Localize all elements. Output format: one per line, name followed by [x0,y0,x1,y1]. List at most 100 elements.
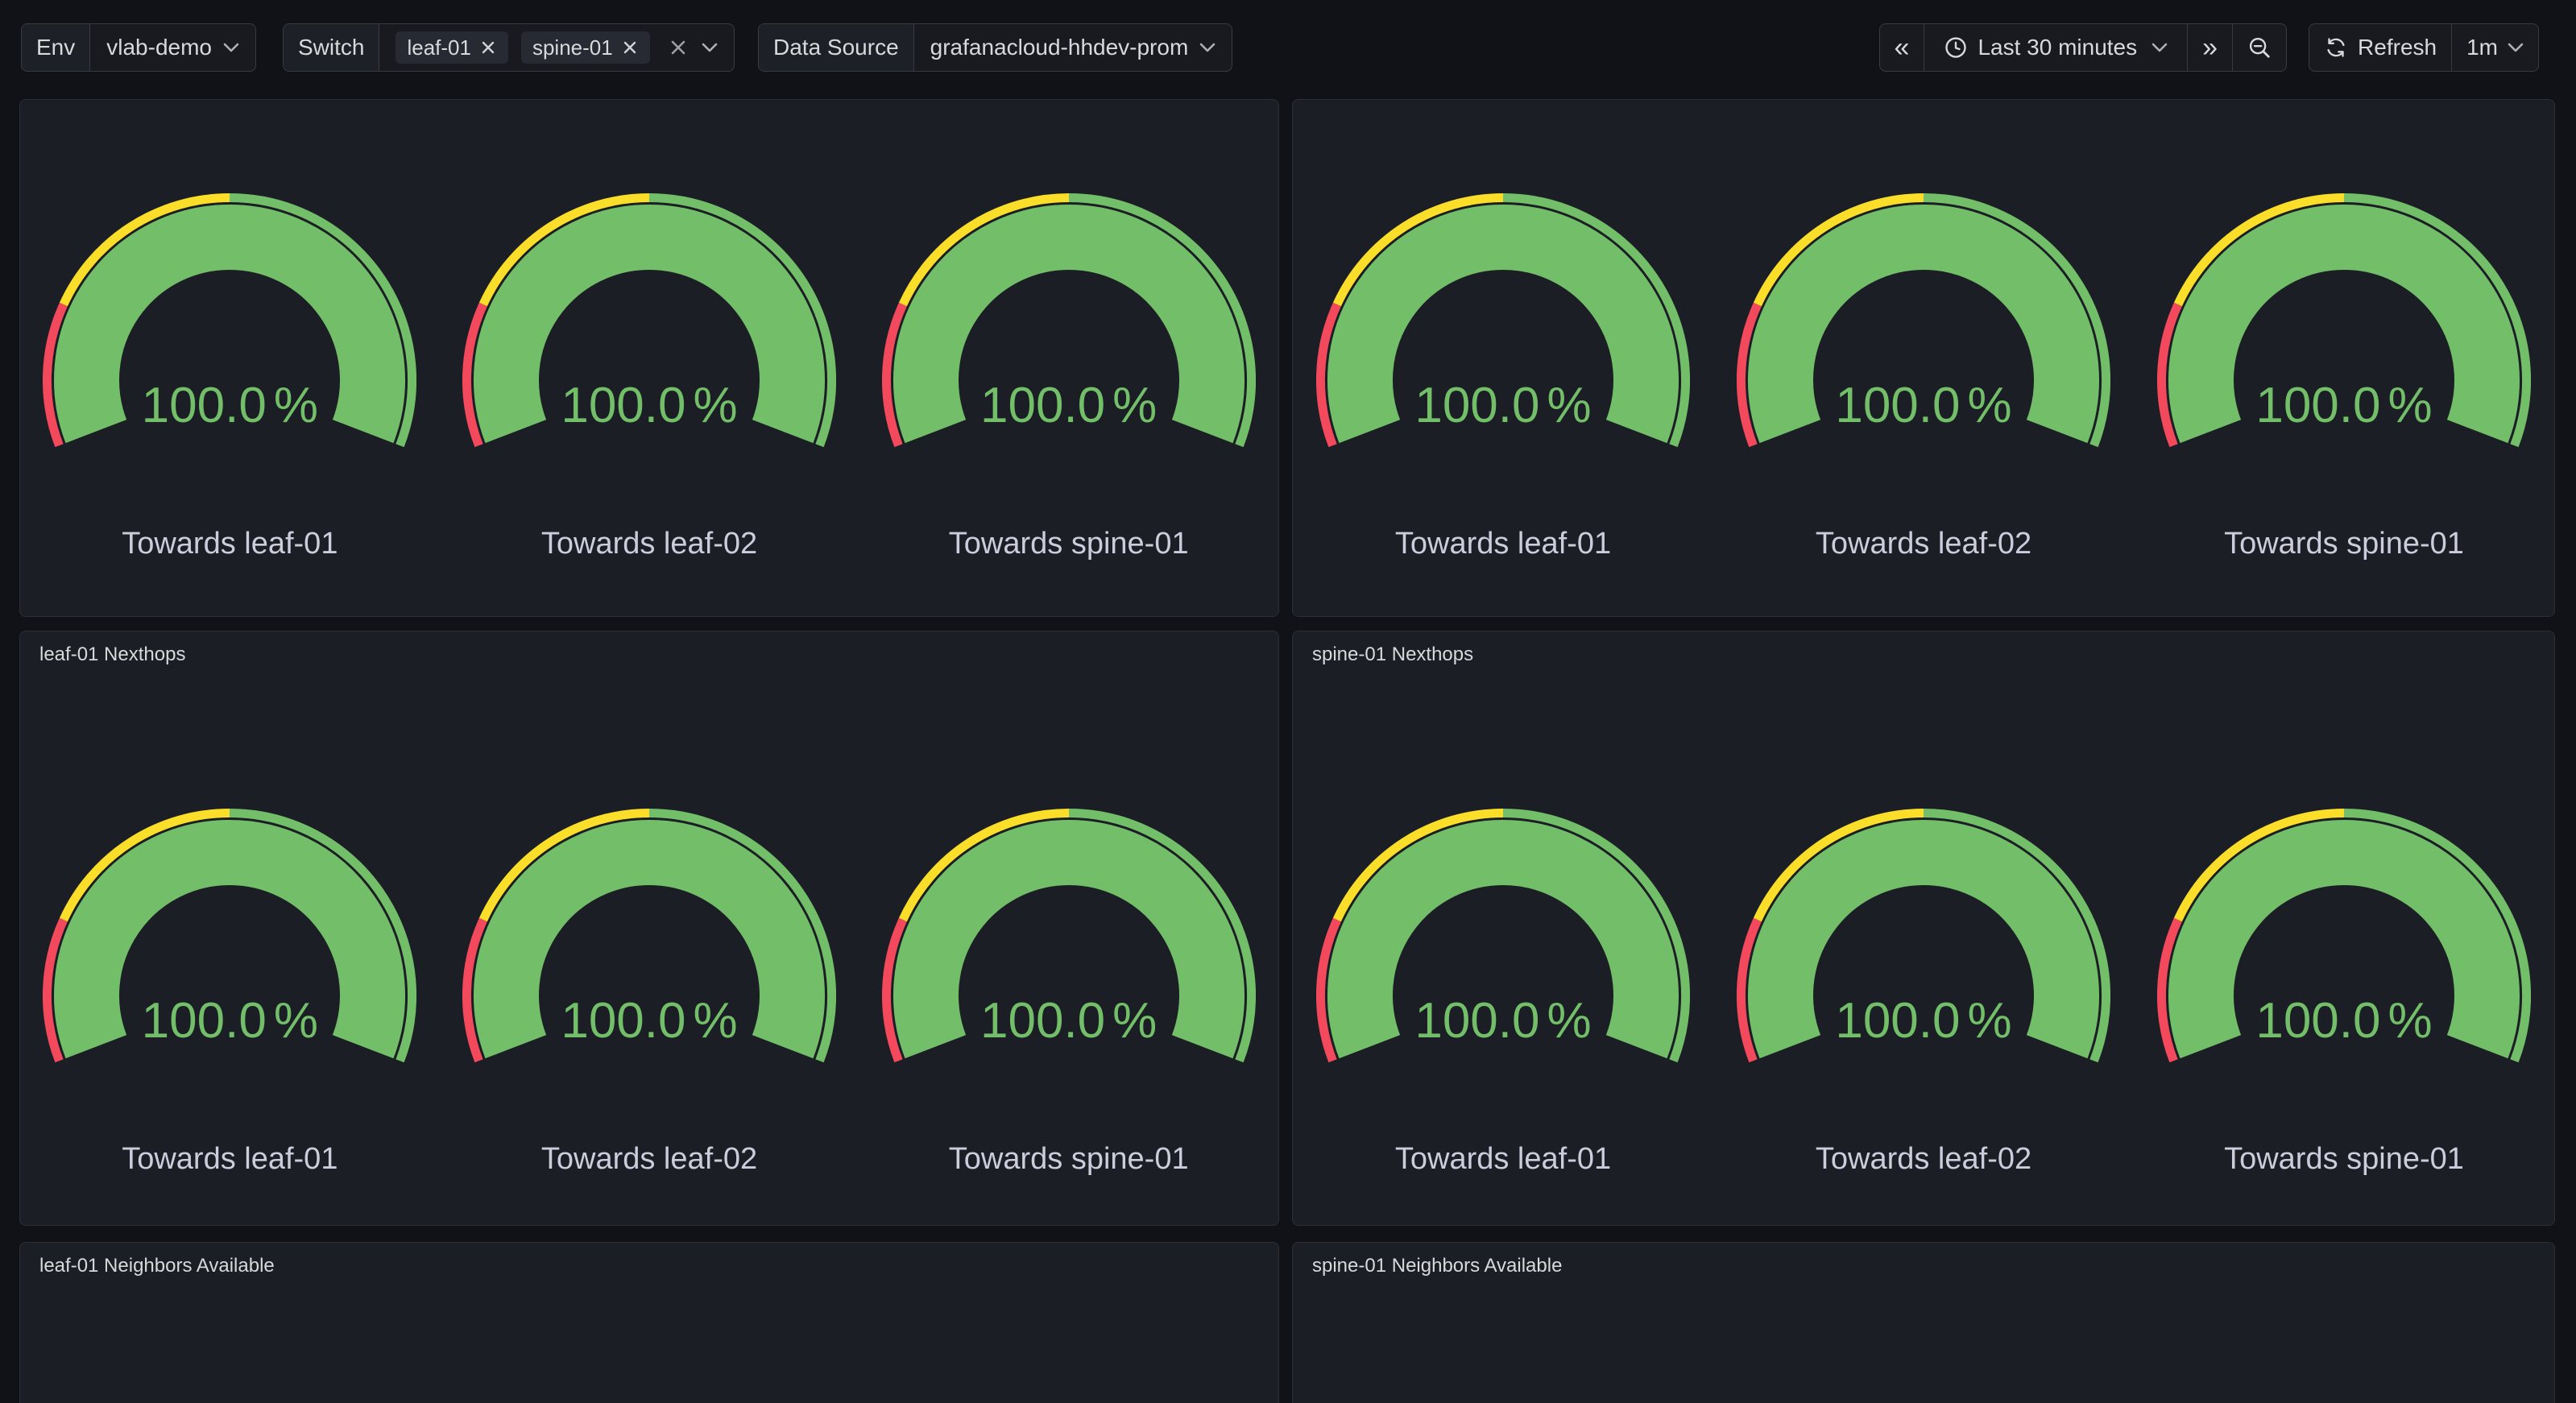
clear-all-icon[interactable] [668,37,689,58]
gauge-cell: 100.0% Towards leaf-01 [1293,193,1713,562]
time-range-button[interactable]: Last 30 minutes [1924,24,2187,71]
chevron-down-icon [702,43,718,53]
topbar: Env vlab-demo Switch leaf-01 spine-01 [0,0,2576,98]
gauge-label: Towards spine-01 [949,1140,1189,1177]
gauge-value: 100.0% [43,996,416,1046]
switch-variable-control: Switch leaf-01 spine-01 [283,23,735,72]
zoom-out-time-button[interactable] [2232,24,2286,71]
gauge: 100.0% [882,809,1256,1066]
chevron-down-icon [2151,43,2168,53]
time-range-text: Last 30 minutes [1978,35,2137,60]
gauge-cell: 100.0% Towards leaf-02 [1713,193,2134,562]
grafana-dashboard: { "topbar": { "env": { "label": "Env", "… [0,0,2576,1403]
chevron-down-icon [2508,43,2524,53]
gauge: 100.0% [1737,193,2110,450]
gauge-cell: 100.0% Towards leaf-02 [440,809,859,1177]
panel-title[interactable]: leaf-01 Neighbors Available [20,1243,1278,1278]
env-label: Env [22,24,89,71]
gauge-cell: 100.0% Towards spine-01 [2134,193,2554,562]
gauge: 100.0% [882,193,1256,450]
gauge-value: 100.0% [43,381,416,431]
zoom-out-icon [2247,35,2272,60]
gauge-label: Towards leaf-02 [1816,1140,2031,1177]
gauge: 100.0% [462,809,836,1066]
gauge-label: Towards leaf-01 [1395,525,1611,562]
env-value: vlab-demo [106,35,212,60]
datasource-value: grafanacloud-hhdev-prom [930,35,1189,60]
gauge-row: 100.0% Towards leaf-01 100.0% Towards le… [1293,809,2554,1177]
gauge-cell: 100.0% Towards leaf-01 [1293,809,1713,1177]
gauge-value: 100.0% [1316,996,1690,1046]
gauge: 100.0% [2157,809,2531,1066]
gauge-label: Towards spine-01 [2224,1140,2464,1177]
refresh-icon [2324,35,2348,60]
chevron-down-icon [223,43,239,53]
gauge-value: 100.0% [462,381,836,431]
gauge-label: Towards spine-01 [949,525,1189,562]
gauge-cell: 100.0% Towards leaf-02 [440,193,859,562]
gauge-label: Towards leaf-01 [1395,1140,1611,1177]
gauge-value: 100.0% [1737,381,2110,431]
env-dropdown[interactable]: vlab-demo [89,24,255,71]
gauge-cell: 100.0% Towards spine-01 [859,809,1278,1177]
remove-tag-icon[interactable] [621,39,639,56]
datasource-label: Data Source [759,24,913,71]
panel-leaf-01-nexthops: leaf-01 Nexthops 100.0% Towards leaf-01 … [19,631,1279,1226]
refresh-interval-text: 1m [2466,35,2498,60]
datasource-dropdown[interactable]: grafanacloud-hhdev-prom [913,24,1232,71]
panel-spine-01-nexthops: spine-01 Nexthops 100.0% Towards leaf-01… [1292,631,2555,1226]
panel-title[interactable]: leaf-01 Nexthops [20,631,1278,667]
refresh-interval-dropdown[interactable]: 1m [2451,24,2538,71]
switch-label: Switch [284,24,379,71]
panel-spine-01-neighbors-available: spine-01 Neighbors Available [1292,1242,2555,1403]
gauge-value: 100.0% [882,381,1256,431]
gauge: 100.0% [43,193,416,450]
double-chevron-left-icon: « [1895,34,1910,61]
panel-row1-right: 100.0% Towards leaf-01 100.0% Towards le… [1292,99,2555,617]
clock-icon [1944,35,1968,60]
gauge-value: 100.0% [1737,996,2110,1046]
switch-label-text: Switch [298,35,364,60]
gauge-value: 100.0% [882,996,1256,1046]
gauge: 100.0% [462,193,836,450]
refresh-button[interactable]: Refresh [2309,24,2451,71]
gauge-cell: 100.0% Towards leaf-02 [1713,809,2134,1177]
env-label-text: Env [36,35,75,60]
gauge-value: 100.0% [2157,381,2531,431]
gauge-label: Towards spine-01 [2224,525,2464,562]
remove-tag-icon[interactable] [479,39,497,56]
time-shift-back-button[interactable]: « [1880,24,1924,71]
chevron-down-icon [1199,43,1216,53]
switch-dropdown[interactable]: leaf-01 spine-01 [379,24,733,71]
gauge-cell: 100.0% Towards spine-01 [859,193,1278,562]
gauge-value: 100.0% [1316,381,1690,431]
refresh-group: Refresh 1m [2309,23,2539,72]
gauge-row: 100.0% Towards leaf-01 100.0% Towards le… [1293,193,2554,562]
gauge-cell: 100.0% Towards leaf-01 [20,809,440,1177]
double-chevron-right-icon: » [2202,34,2218,61]
gauge: 100.0% [43,809,416,1066]
gauge-value: 100.0% [462,996,836,1046]
gauge-label: Towards leaf-01 [122,1140,338,1177]
gauge-row: 100.0% Towards leaf-01 100.0% Towards le… [20,809,1278,1177]
gauge: 100.0% [2157,193,2531,450]
panel-title[interactable]: spine-01 Nexthops [1293,631,2554,667]
panel-row1-left: 100.0% Towards leaf-01 100.0% Towards le… [19,99,1279,617]
gauge-label: Towards leaf-01 [122,525,338,562]
env-variable-control: Env vlab-demo [21,23,256,72]
switch-tag-spine-01[interactable]: spine-01 [521,31,650,64]
time-shift-forward-button[interactable]: » [2187,24,2232,71]
tag-text: leaf-01 [407,35,471,60]
refresh-button-text: Refresh [2358,35,2437,60]
gauge-cell: 100.0% Towards spine-01 [2134,809,2554,1177]
gauge: 100.0% [1737,809,2110,1066]
panel-title[interactable]: spine-01 Neighbors Available [1293,1243,2554,1278]
tag-text: spine-01 [532,35,613,60]
gauge-cell: 100.0% Towards leaf-01 [20,193,440,562]
gauge-value: 100.0% [2157,996,2531,1046]
gauge: 100.0% [1316,809,1690,1066]
panel-leaf-01-neighbors-available: leaf-01 Neighbors Available [19,1242,1279,1403]
datasource-label-text: Data Source [773,35,899,60]
datasource-variable-control: Data Source grafanacloud-hhdev-prom [758,23,1232,72]
switch-tag-leaf-01[interactable]: leaf-01 [396,31,508,64]
